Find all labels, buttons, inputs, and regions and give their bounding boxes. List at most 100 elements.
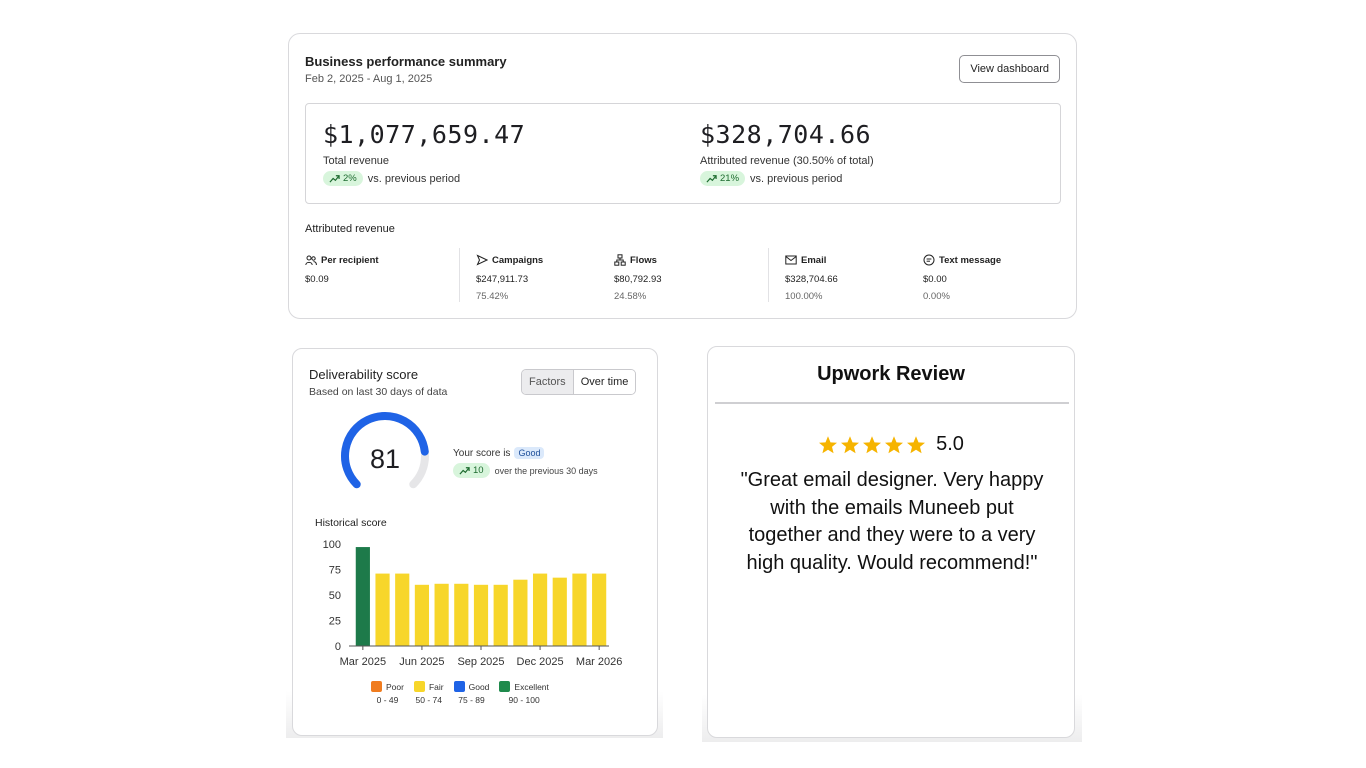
attr-label: Email [801,254,827,266]
deliverability-title: Deliverability score [309,367,419,382]
legend-swatch [453,681,465,692]
divider [768,248,769,302]
revenue-summary-box: $1,077,659.47 Total revenue 2% vs. previ… [305,103,1061,204]
attr-label: Campaigns [492,254,544,266]
change-text: vs. previous period [750,172,843,185]
attr-percent: 100.00% [785,291,823,302]
legend-item-poor: Poor 0 - 49 [371,681,404,705]
trend-up-icon [459,467,470,475]
performance-title: Business performance summary [305,54,507,69]
star-icon [819,435,838,453]
message-icon [923,254,935,266]
status-badge: Good [514,447,545,459]
star-icon [863,435,882,453]
bar [395,573,410,646]
change-pill: 10 [453,463,490,478]
attributed-revenue-value: $328,704.66 [700,120,872,149]
legend-label: Excellent [514,681,549,692]
view-dashboard-button[interactable]: View dashboard [959,55,1060,83]
legend-range: 90 - 100 [508,695,540,705]
attributed-revenue-label: Attributed revenue (30.50% of total) [700,155,874,167]
change-text: over the previous 30 days [494,465,598,476]
trend-up-icon [329,175,340,183]
legend-range: 75 - 89 [458,695,485,705]
bar [473,584,489,646]
deliverability-subtitle: Based on last 30 days of data [309,386,448,398]
attr-percent: 24.58% [614,291,647,302]
tab-over-time[interactable]: Over time [573,370,636,394]
deliverability-card: Deliverability score Based on last 30 da… [292,348,658,736]
change-value: 21% [720,173,740,184]
legend-item-good: Good 75 - 89 [453,681,490,705]
attr-value: $0.09 [305,274,329,285]
change-pill: 2% [323,171,363,186]
score-status: Your score is Good [453,447,545,459]
bar [552,577,567,646]
total-revenue-change: 2% vs. previous period [323,171,525,186]
legend-label: Fair [428,681,444,692]
bar [493,584,508,646]
y-tick-label: 100 [323,539,341,551]
tab-factors[interactable]: Factors [522,370,574,394]
flow-icon [614,254,626,266]
x-tick-label: Mar 2026 [576,656,622,668]
score-value: 81 [369,444,401,474]
x-tick-label: Sep 2025 [457,656,504,668]
change-value: 2% [343,173,357,184]
trend-up-icon [706,175,717,183]
bar [513,579,528,646]
legend-range: 50 - 74 [415,695,443,705]
attr-percent: 0.00% [923,291,950,302]
attr-label: Per recipient [321,254,379,266]
attr-value: $247,911.73 [476,274,529,285]
bar [434,583,449,646]
star-icon [841,435,860,453]
bar [375,573,390,646]
view-toggle: Factors Over time [521,369,637,395]
y-tick-label: 0 [335,641,341,653]
attr-email: Email $328,704.66 100.00% [785,254,838,303]
attr-label: Text message [939,254,1002,266]
y-tick-label: 50 [329,590,341,602]
total-revenue-block: $1,077,659.47 Total revenue 2% vs. previ… [323,120,525,186]
bar [414,584,430,646]
change-text: vs. previous period [367,172,461,185]
legend-item-excellent: Excellent 90 - 100 [499,681,549,705]
score-text: Your score is [453,447,511,459]
bar [592,573,607,646]
bar [454,583,469,646]
total-revenue-value: $1,077,659.47 [323,120,526,149]
star-icon [885,435,904,453]
attr-value: $80,792.93 [614,274,662,285]
attributed-revenue-change: 21% vs. previous period [700,171,874,186]
attr-percent: 75.42% [476,291,509,302]
score-legend: Poor 0 - 49 Fair 50 - 74 Good 75 - 89 Ex… [371,681,549,705]
date-range: Feb 2, 2025 - Aug 1, 2025 [305,73,433,85]
rating: 5.0 [708,433,1074,456]
review-title: Upwork Review [817,363,965,385]
legend-label: Poor [386,681,404,692]
attributed-revenue-title: Attributed revenue [305,223,395,235]
y-tick-label: 25 [329,616,341,628]
send-icon [476,254,488,266]
review-quote: "Great email designer. Very happy with t… [740,469,1044,574]
legend-label: Good [468,681,490,692]
x-tick-label: Jun 2025 [399,656,444,668]
review-card: Upwork Review 5.0 "Great email designer.… [707,346,1075,738]
change-value: 10 [473,465,484,476]
change-pill: 21% [700,171,746,186]
bar [355,547,370,646]
historical-score-title: Historical score [315,517,387,529]
attr-campaigns: Campaigns $247,911.73 75.42% [476,254,543,302]
attr-label: Flows [630,254,657,266]
attr-value: $328,704.66 [785,274,838,285]
x-tick-label: Mar 2025 [340,656,386,668]
mail-icon [785,255,797,265]
attr-value: $0.00 [923,274,947,285]
legend-swatch [499,681,511,692]
legend-swatch [371,681,382,692]
attr-per-recipient: Per recipient $0.09 [305,254,379,286]
divider [715,402,1069,404]
attr-flows: Flows $80,792.93 24.58% [614,254,662,302]
historical-score-chart: 0 25 50 75 100 Mar 2025 Jun 2025 Sep 2025 Dec 20… [323,539,623,668]
